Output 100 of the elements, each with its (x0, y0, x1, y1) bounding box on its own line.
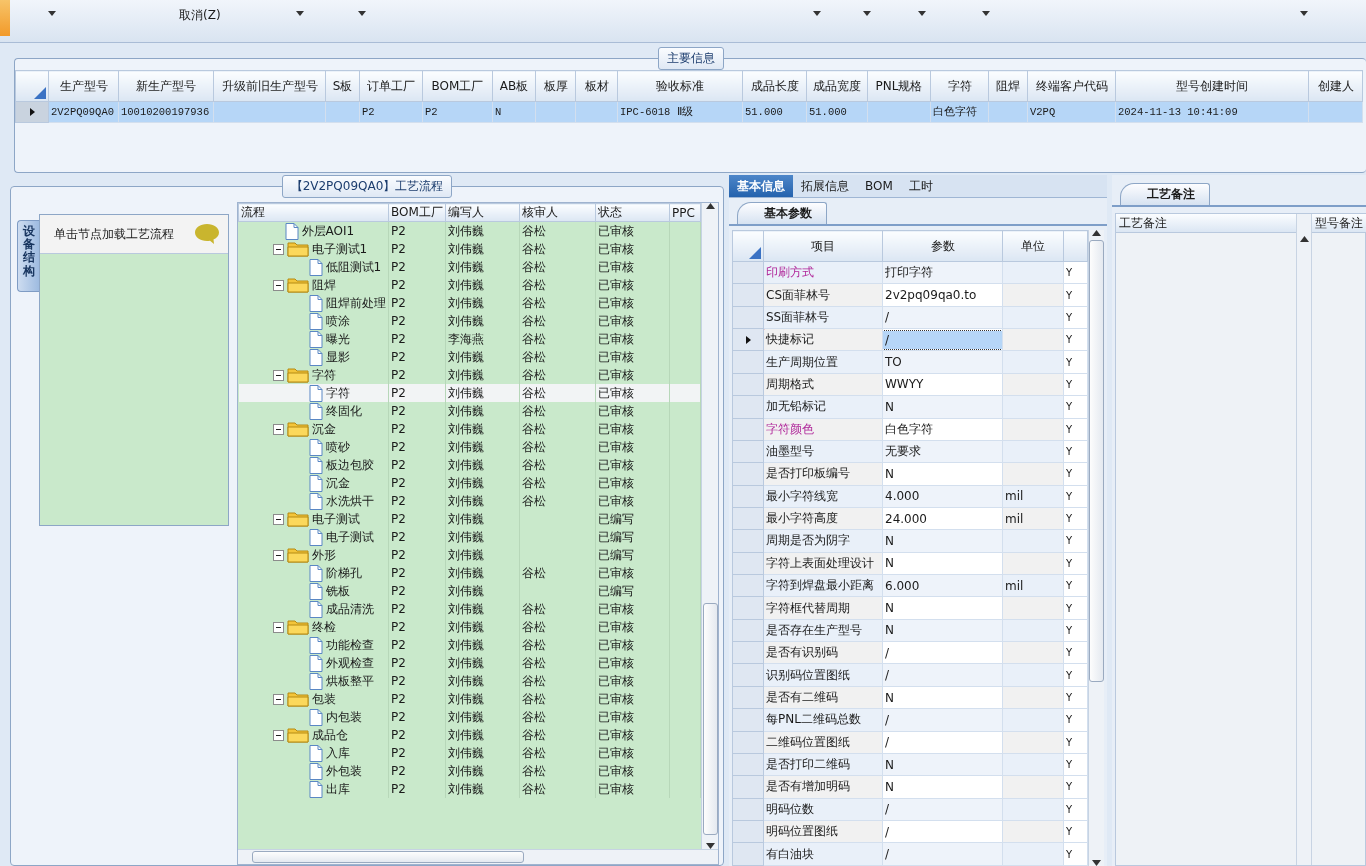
tree-node[interactable]: 电子测试 (325, 528, 374, 546)
column-header[interactable]: 字符 (930, 70, 989, 102)
tree-node[interactable]: 喷涂 (325, 312, 350, 330)
tree-node[interactable]: 水洗烘干 (325, 492, 374, 510)
tree-row[interactable]: 烘板整平 P2 刘伟巍 谷松 已审核 (238, 672, 701, 690)
table-cell[interactable]: 4.000 (882, 485, 1003, 508)
column-header[interactable]: 参数 (882, 230, 1003, 262)
column-header[interactable]: 核审人 (519, 203, 596, 222)
dropdown-caret-icon[interactable] (812, 11, 821, 16)
tab[interactable]: 基本参数 (737, 202, 827, 224)
tree-row[interactable]: 阻焊 P2 刘伟巍 谷松 已审核 (238, 276, 701, 294)
column-header[interactable]: 成品宽度 (806, 70, 868, 102)
tree-node[interactable]: 板边包胶 (325, 456, 374, 474)
tree-row[interactable]: 终检 P2 刘伟巍 谷松 已审核 (238, 618, 701, 636)
collapse-toggle[interactable] (272, 549, 284, 561)
column-header[interactable]: 终端客户代码 (1027, 70, 1116, 102)
tab[interactable]: 工时 (900, 175, 941, 197)
column-header[interactable]: 创建人 (1308, 70, 1363, 102)
tree-row[interactable]: 内包装 P2 刘伟巍 谷松 已审核 (238, 708, 701, 726)
tree-row[interactable]: 外包装 P2 刘伟巍 谷松 已审核 (238, 762, 701, 780)
tab[interactable]: 拓展信息 (793, 175, 857, 197)
table-cell[interactable]: N (882, 753, 1003, 776)
tree-node[interactable]: 外形 (311, 546, 336, 564)
tree-node[interactable]: 曝光 (325, 330, 350, 348)
vertical-scrollbar[interactable] (701, 203, 718, 849)
scroll-down-arrow-icon[interactable] (1092, 860, 1101, 866)
dropdown-caret-icon[interactable] (295, 11, 304, 16)
tree-node[interactable]: 成品仓 (311, 726, 348, 744)
tree-row[interactable]: 板边包胶 P2 刘伟巍 谷松 已审核 (238, 456, 701, 474)
tree-node[interactable]: 阻焊前处理 (325, 294, 386, 312)
tree-node[interactable]: 终检 (311, 618, 336, 636)
dropdown-caret-icon[interactable] (917, 11, 926, 16)
tab[interactable]: 基本信息 (729, 175, 793, 197)
scroll-up-arrow-icon[interactable] (1092, 230, 1101, 236)
tree-row[interactable]: 电子测试 P2 刘伟巍 已编写 (238, 510, 701, 528)
tree-node[interactable]: 低阻测试1 (325, 258, 382, 276)
column-header[interactable]: 升级前旧生产型号 (213, 70, 326, 102)
scroll-down-arrow-icon[interactable] (705, 843, 715, 849)
tree-row[interactable]: 出库 P2 刘伟巍 谷松 已审核 (238, 780, 701, 798)
table-cell[interactable]: 白色字符 (882, 418, 1003, 441)
dropdown-caret-icon[interactable] (981, 11, 990, 16)
scrollbar-thumb[interactable] (252, 851, 524, 863)
tree-row[interactable]: 外观检查 P2 刘伟巍 谷松 已审核 (238, 654, 701, 672)
menu-item[interactable]: 取消(Z) (179, 7, 221, 24)
collapse-toggle[interactable] (272, 423, 284, 435)
tree-row[interactable]: 电子测试1 P2 刘伟巍 谷松 已审核 (238, 240, 701, 258)
tree-node[interactable]: 电子测试 (311, 510, 360, 528)
scrollbar-thumb[interactable] (1089, 240, 1104, 682)
column-header[interactable]: BOM工厂 (388, 203, 446, 222)
tree-node[interactable]: 阻焊 (311, 276, 336, 294)
tree-row[interactable]: 喷砂 P2 刘伟巍 谷松 已审核 (238, 438, 701, 456)
horizontal-scrollbar[interactable] (238, 849, 718, 864)
column-header[interactable]: 项目 (763, 230, 883, 262)
table-cell[interactable]: N (882, 619, 1003, 642)
table-cell[interactable]: 打印字符 (882, 261, 1003, 284)
tree-row[interactable]: 成品仓 P2 刘伟巍 谷松 已审核 (238, 726, 701, 744)
vertical-scrollbar[interactable] (1088, 230, 1104, 866)
collapse-toggle[interactable] (272, 729, 284, 741)
column-header[interactable]: PNL规格 (867, 70, 931, 102)
scroll-up-arrow-icon[interactable] (705, 203, 715, 209)
table-cell[interactable]: 无要求 (882, 440, 1003, 463)
tree-node[interactable]: 包装 (311, 690, 336, 708)
scrollbar-thumb[interactable] (702, 603, 718, 835)
table-cell[interactable]: / (882, 731, 1003, 754)
tree-node[interactable]: 终固化 (325, 402, 362, 420)
tree-node[interactable]: 阶梯孔 (325, 564, 362, 582)
scroll-up-arrow-icon[interactable] (1299, 236, 1309, 242)
tree-row[interactable]: 喷涂 P2 刘伟巍 谷松 已审核 (238, 312, 701, 330)
tree-node[interactable]: 电子测试1 (311, 240, 368, 258)
column-header[interactable]: 型号创建时间 (1115, 70, 1309, 102)
tree-node[interactable]: 沉金 (325, 474, 350, 492)
tree-node[interactable]: 外包装 (325, 762, 362, 780)
table-cell[interactable]: / (882, 798, 1003, 821)
table-cell[interactable]: 24.000 (882, 507, 1003, 530)
dropdown-caret-icon[interactable] (48, 11, 56, 16)
table-cell[interactable]: / (882, 641, 1003, 664)
collapse-toggle[interactable] (272, 513, 284, 525)
collapse-toggle[interactable] (272, 369, 284, 381)
column-header[interactable]: 型号备注 (1312, 214, 1366, 233)
table-cell[interactable]: / (882, 842, 1003, 866)
tree-row[interactable]: 终固化 P2 刘伟巍 谷松 已审核 (238, 402, 701, 420)
tree-node[interactable]: 字符 (325, 384, 350, 402)
column-header[interactable]: AB板 (492, 70, 536, 102)
tree-node[interactable]: 内包装 (325, 708, 362, 726)
table-cell[interactable]: / (882, 820, 1003, 843)
column-header[interactable]: 板材 (575, 70, 618, 102)
column-header[interactable]: 成品长度 (742, 70, 807, 102)
collapse-toggle[interactable] (272, 693, 284, 705)
tree-row[interactable]: 曝光 P2 李海燕 谷松 已审核 (238, 330, 701, 348)
side-tab[interactable]: 设备结构 (17, 220, 39, 292)
column-header[interactable]: 编写人 (445, 203, 520, 222)
tree-node[interactable]: 喷砂 (325, 438, 350, 456)
tree-row[interactable]: 铣板 P2 刘伟巍 已编写 (238, 582, 701, 600)
tree-row[interactable]: 低阻测试1 P2 刘伟巍 谷松 已审核 (238, 258, 701, 276)
tree-row[interactable]: 功能检查 P2 刘伟巍 谷松 已审核 (238, 636, 701, 654)
collapse-toggle[interactable] (272, 243, 284, 255)
tree-node[interactable]: 功能检查 (325, 636, 374, 654)
tree-node[interactable]: 出库 (325, 780, 350, 798)
tree-row[interactable]: 阻焊前处理 P2 刘伟巍 谷松 已审核 (238, 294, 701, 312)
column-header[interactable]: 单位 (1002, 230, 1064, 262)
